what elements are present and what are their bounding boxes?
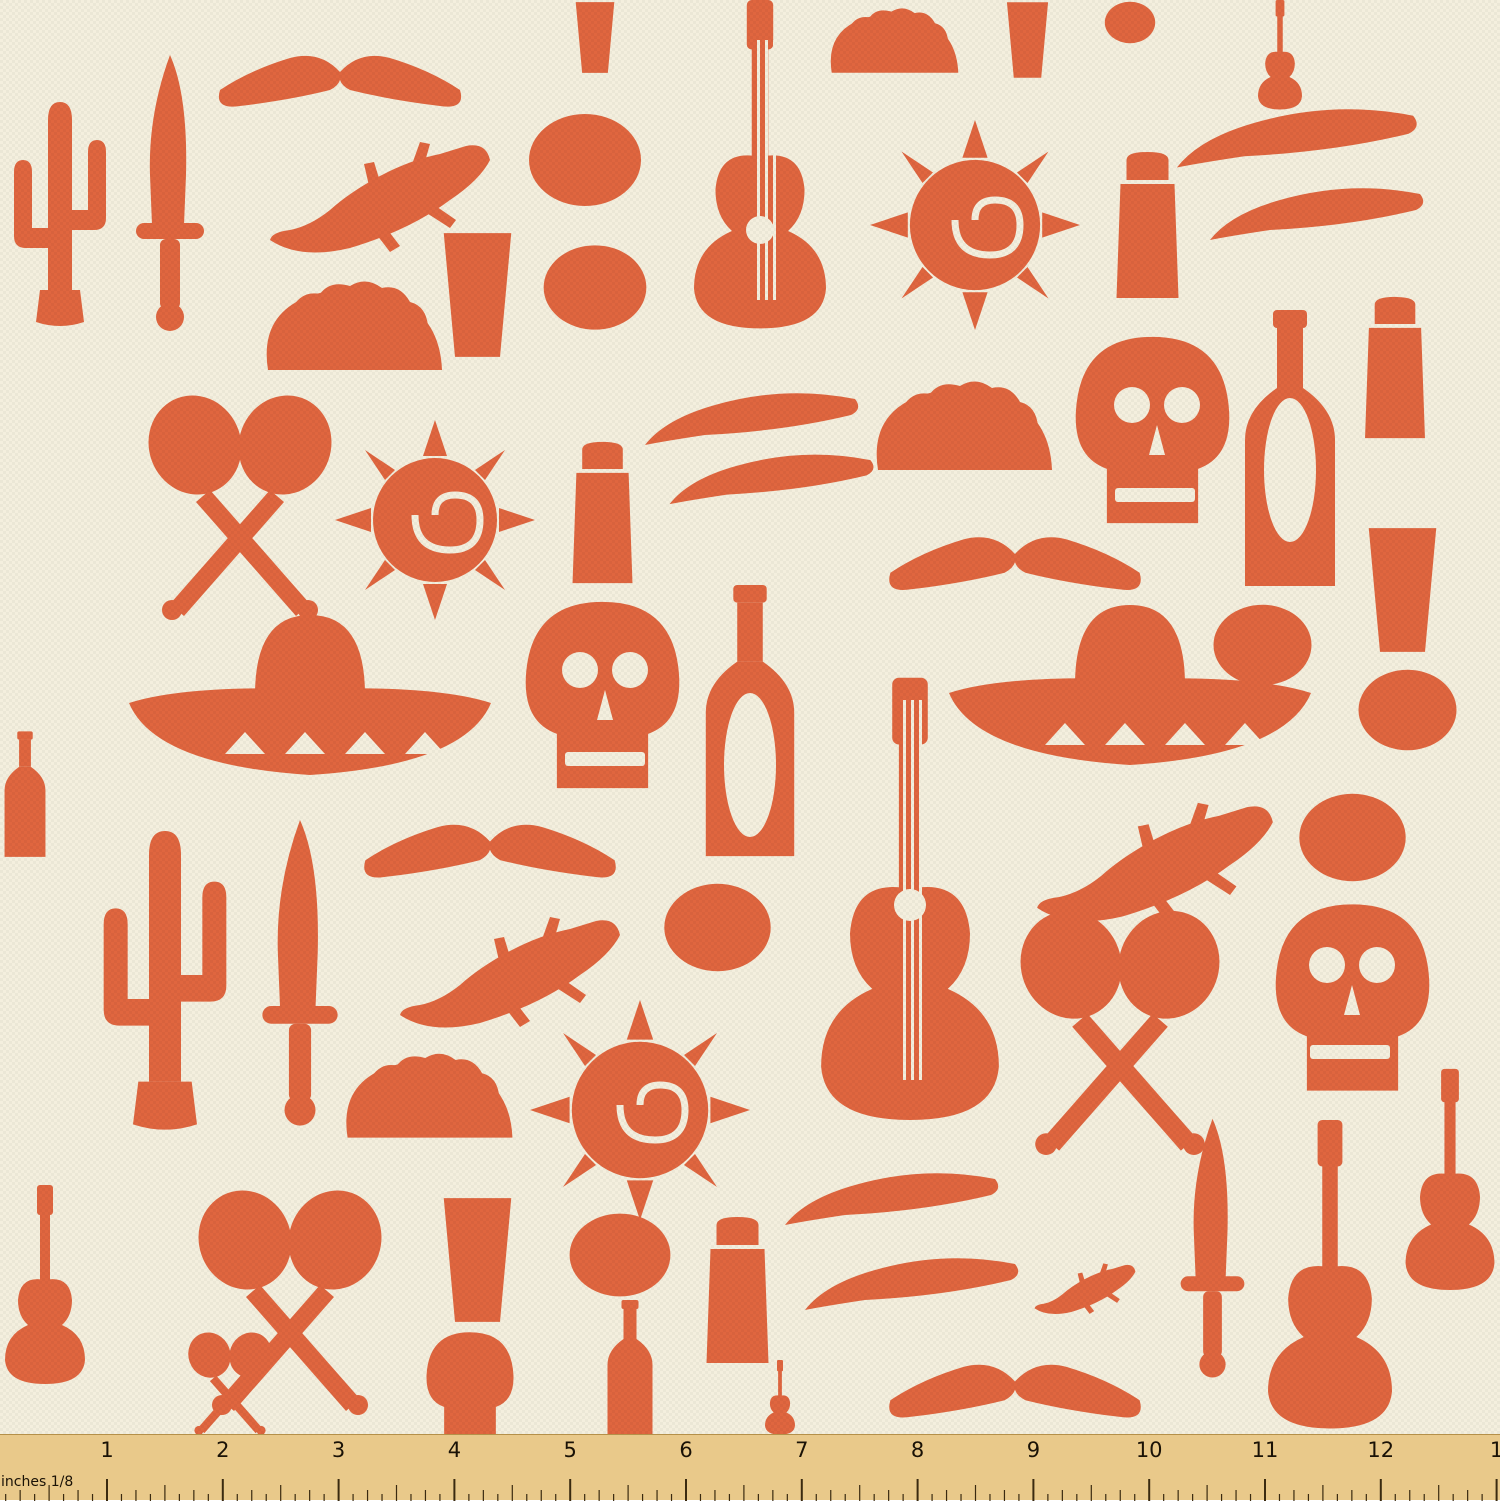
ruler-number: 6 xyxy=(679,1438,693,1462)
ruler-number: 2 xyxy=(216,1438,230,1462)
ruler-number: 3 xyxy=(331,1438,346,1462)
ruler-number: 1 xyxy=(100,1438,114,1462)
ruler-number: 4 xyxy=(447,1438,462,1462)
ruler-number: 11 xyxy=(1251,1438,1279,1462)
ruler-number: 5 xyxy=(563,1438,577,1462)
ruler-number: 8 xyxy=(910,1438,925,1462)
ruler-number: 12 xyxy=(1367,1438,1395,1462)
ruler-unit-label: inches 1/8 xyxy=(1,1474,74,1490)
ruler-number: 9 xyxy=(1026,1438,1041,1462)
ruler-number: 1 xyxy=(1489,1438,1500,1462)
measuring-ruler: inches 1/8 1 2 3 4 5 6 7 8 9 10 11 12 1 xyxy=(0,1434,1500,1501)
ruler-number: 10 xyxy=(1135,1438,1163,1462)
ruler-number: 7 xyxy=(795,1438,809,1462)
fabric-pattern xyxy=(0,0,1500,1500)
